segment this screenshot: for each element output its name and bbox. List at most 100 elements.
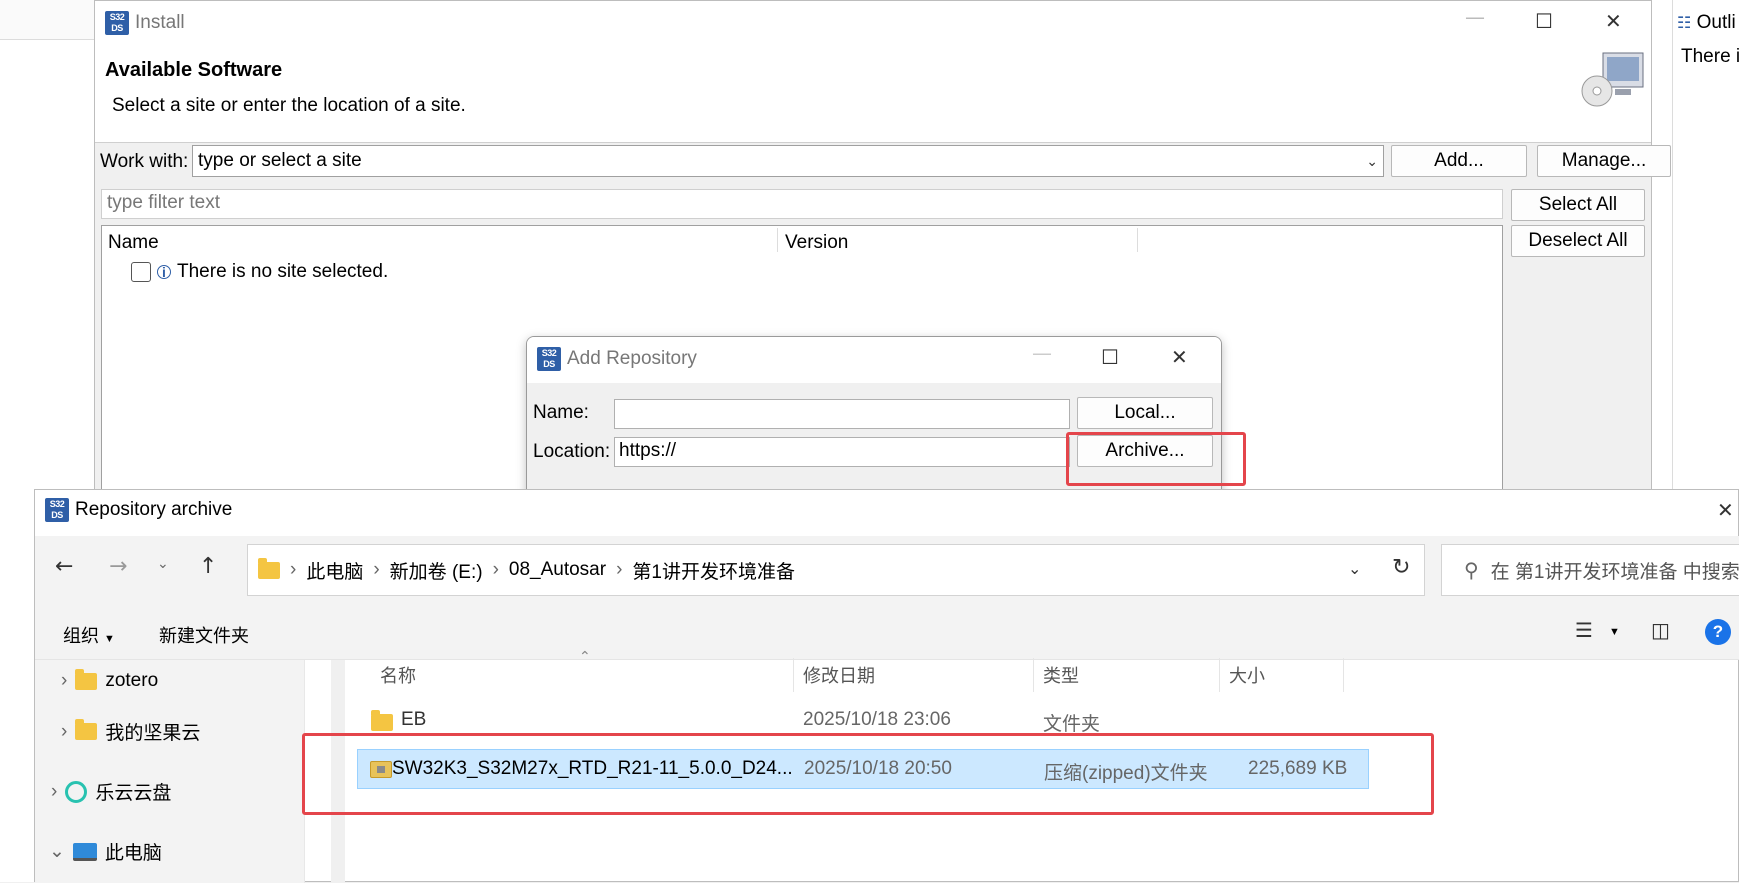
name-label: Name: xyxy=(533,402,589,423)
add-site-button[interactable]: Add... xyxy=(1391,145,1527,177)
folder-icon xyxy=(371,710,393,731)
breadcrumb-separator-icon: › xyxy=(290,559,297,580)
caret-down-icon[interactable]: ▼ xyxy=(1609,626,1620,638)
address-bar[interactable]: › 此电脑 › 新加卷 (E:) › 08_Autosar › 第1讲开发环境准… xyxy=(247,544,1425,596)
close-icon[interactable]: ✕ xyxy=(1605,9,1622,33)
s32ds-app-icon: S32 DS xyxy=(105,11,129,35)
nav-item-label: zotero xyxy=(105,670,159,691)
nav-item-label: 此电脑 xyxy=(104,843,162,864)
preview-pane-icon[interactable]: ◫ xyxy=(1651,618,1670,642)
navigation-pane: › zotero › 我的坚果云 › 乐云云盘 ⌄ 此电脑 xyxy=(35,660,305,883)
table-row: i There is no site selected. xyxy=(131,261,388,283)
view-options-icon[interactable]: ☰ xyxy=(1575,618,1593,642)
outline-message: There i xyxy=(1681,46,1739,67)
select-all-button[interactable]: Select All xyxy=(1511,189,1645,221)
outline-tab[interactable]: ☷ Outli xyxy=(1677,12,1736,34)
repository-archive-dialog: S32 DS Repository archive ✕ ← → ⌄ ↑ › 此电脑… xyxy=(34,489,1739,883)
nav-item-jianguoyun[interactable]: › 我的坚果云 xyxy=(61,718,200,745)
nav-item-this-pc[interactable]: ⌄ 此电脑 xyxy=(49,838,162,865)
search-input[interactable]: ⚲ 在 第1讲开发环境准备 中搜索 xyxy=(1441,544,1739,596)
outline-tab-label: Outli xyxy=(1696,12,1736,33)
maximize-icon[interactable]: ☐ xyxy=(1535,9,1553,33)
archive-highlight-box xyxy=(1066,432,1246,486)
column-header-size[interactable]: 大小 xyxy=(1229,662,1265,688)
column-header-name[interactable]: 名称 xyxy=(380,662,416,688)
location-field[interactable]: https:// xyxy=(614,437,1070,467)
work-with-value: type or select a site xyxy=(198,150,362,171)
filter-input[interactable]: type filter text xyxy=(101,189,1503,219)
page-subtitle: Select a site or enter the location of a… xyxy=(112,95,466,116)
chevron-down-icon: ⌄ xyxy=(49,841,65,862)
minimize-icon[interactable]: — xyxy=(1465,5,1485,29)
manage-button[interactable]: Manage... xyxy=(1537,145,1671,177)
name-field[interactable] xyxy=(614,399,1070,429)
caret-down-icon: ▼ xyxy=(104,633,115,645)
work-with-label: Work with: xyxy=(100,151,189,172)
info-icon: i xyxy=(157,264,171,280)
nav-item-zotero[interactable]: › zotero xyxy=(61,668,159,692)
up-arrow-icon[interactable]: ↑ xyxy=(199,554,217,579)
folder-icon xyxy=(75,668,98,690)
file-toolbar: 组织 ▼ 新建文件夹 ☰ ▼ ◫ ? xyxy=(35,606,1739,660)
folder-icon xyxy=(258,557,280,579)
minimize-icon[interactable]: — xyxy=(1032,341,1052,365)
breadcrumb-item[interactable]: 08_Autosar xyxy=(509,559,606,581)
recent-dropdown-icon[interactable]: ⌄ xyxy=(157,556,169,572)
back-arrow-icon[interactable]: ← xyxy=(55,554,73,579)
install-header: Available Software Select a site or ente… xyxy=(95,41,1651,143)
install-title-bar: S32 DS Install xyxy=(105,11,185,35)
folder-icon xyxy=(75,719,98,740)
nav-item-label: 我的坚果云 xyxy=(105,723,201,744)
computer-icon xyxy=(72,842,97,861)
column-header-name[interactable]: Name xyxy=(108,232,159,254)
organize-menu[interactable]: 组织 ▼ xyxy=(63,622,115,648)
add-repository-title: Add Repository xyxy=(567,348,697,369)
column-header-date[interactable]: 修改日期 xyxy=(803,662,875,688)
archive-title-bar: S32 DS Repository archive xyxy=(45,498,232,522)
nav-item-label: 乐云云盘 xyxy=(95,783,172,804)
breadcrumb-separator-icon: › xyxy=(373,559,380,580)
chevron-right-icon: › xyxy=(61,720,68,742)
refresh-icon[interactable]: ↻ xyxy=(1392,555,1410,580)
breadcrumb-separator-icon: › xyxy=(492,559,499,580)
column-divider xyxy=(1137,228,1138,252)
column-header-version[interactable]: Version xyxy=(785,232,848,254)
outline-icon: ☷ xyxy=(1677,15,1692,32)
breadcrumb-item[interactable]: 此电脑 xyxy=(306,557,363,584)
column-divider xyxy=(793,658,794,692)
search-placeholder: 在 第1讲开发环境准备 中搜索 xyxy=(1490,561,1739,583)
file-type: 文件夹 xyxy=(1043,714,1101,735)
location-label: Location: xyxy=(533,441,611,462)
deselect-all-button[interactable]: Deselect All xyxy=(1511,225,1645,257)
close-icon[interactable]: ✕ xyxy=(1171,345,1188,369)
install-title: Install xyxy=(135,12,185,33)
local-button[interactable]: Local... xyxy=(1077,397,1213,429)
work-with-combo[interactable]: type or select a site ⌄ xyxy=(192,145,1384,177)
file-name: EB xyxy=(401,709,427,730)
row-checkbox[interactable] xyxy=(131,262,151,282)
column-header-type[interactable]: 类型 xyxy=(1043,662,1079,688)
sort-ascending-icon: ⌃ xyxy=(579,648,591,664)
chevron-down-icon: ⌄ xyxy=(1366,152,1378,169)
forward-arrow-icon[interactable]: → xyxy=(109,554,127,579)
empty-message: There is no site selected. xyxy=(177,261,389,282)
install-cd-icon xyxy=(1581,52,1644,107)
new-folder-button[interactable]: 新建文件夹 xyxy=(159,622,249,648)
cloud-icon xyxy=(65,780,88,803)
file-date: 2025/10/18 23:06 xyxy=(803,709,951,730)
maximize-icon[interactable]: ☐ xyxy=(1101,345,1119,369)
breadcrumb-separator-icon: › xyxy=(616,559,623,580)
help-icon[interactable]: ? xyxy=(1705,619,1731,645)
s32ds-app-icon: S32 DS xyxy=(45,498,69,522)
archive-title: Repository archive xyxy=(75,499,233,520)
column-divider xyxy=(1343,658,1344,692)
breadcrumb-item[interactable]: 新加卷 (E:) xyxy=(390,557,483,584)
close-icon[interactable]: ✕ xyxy=(1717,498,1734,522)
chevron-right-icon: › xyxy=(51,780,58,802)
file-highlight-box xyxy=(302,733,1434,815)
chevron-right-icon: › xyxy=(61,670,68,691)
breadcrumb-item[interactable]: 第1讲开发环境准备 xyxy=(632,557,795,584)
address-dropdown-icon[interactable]: ⌄ xyxy=(1348,559,1361,578)
search-icon: ⚲ xyxy=(1464,559,1479,582)
nav-item-leyun[interactable]: › 乐云云盘 xyxy=(51,778,171,805)
